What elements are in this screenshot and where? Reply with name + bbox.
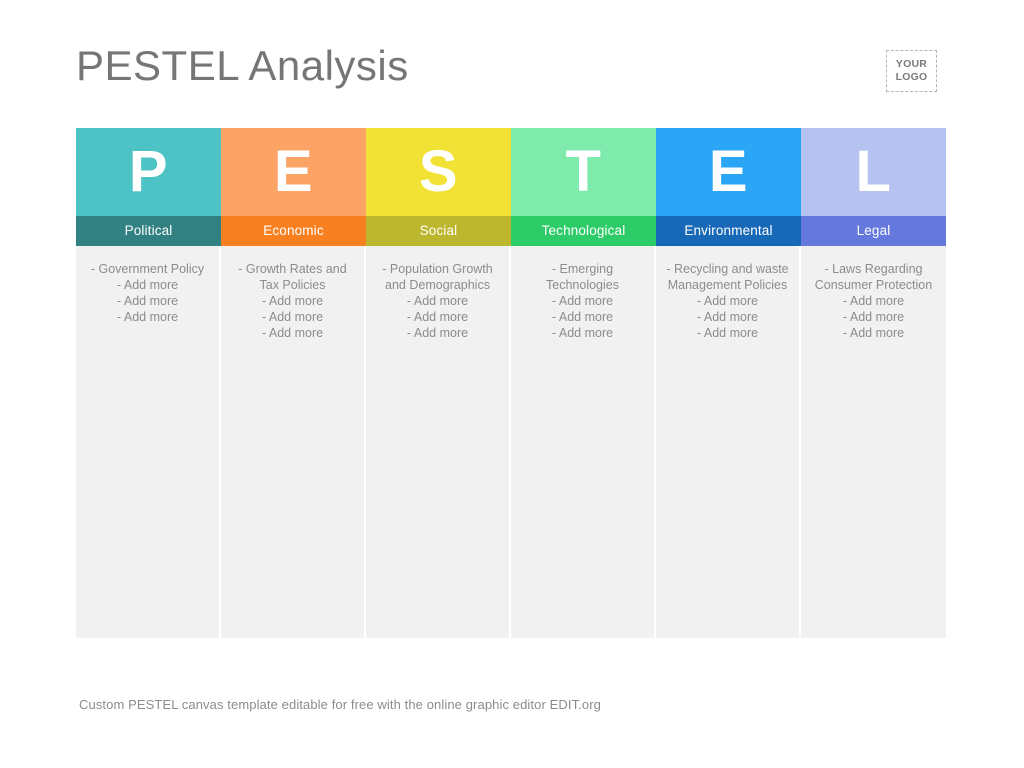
pestel-column-social: S Social - Population Growth and Demograph… [366,128,511,638]
category-label: Social [419,223,458,239]
logo-line-2: LOGO [895,71,928,83]
category-item[interactable]: - Recycling and waste Management Policie… [664,261,791,293]
category-label: Environmental [684,223,773,239]
category-item[interactable]: - Add more [519,309,646,325]
category-label: Technological [541,223,626,239]
category-label-band: Technological [511,216,656,246]
pestel-column-legal: L Legal - Laws Regarding Consumer Protecti… [801,128,946,638]
category-body[interactable]: - Growth Rates and Tax Policies - Add mor… [221,246,366,638]
letter-block: E [656,128,801,216]
category-label-band: Environmental [656,216,801,246]
category-item-list: - Population Growth and Demographics - Ad… [366,261,509,341]
pestel-column-political: P Political - Government Policy - Add more -… [76,128,221,638]
category-item[interactable]: - Government Policy [84,261,211,277]
letter-glyph: T [565,139,602,204]
page-title: PESTEL Analysis [76,42,409,89]
category-item-list: - Growth Rates and Tax Policies - Add mor… [221,261,364,341]
category-item[interactable]: - Add more [809,293,938,309]
letter-glyph: E [708,139,749,204]
category-item[interactable]: - Growth Rates and Tax Policies [229,261,356,293]
category-item[interactable]: - Add more [664,325,791,341]
category-item-list: - Recycling and waste Management Policie… [656,261,799,341]
category-label-band: Economic [221,216,366,246]
letter-block: P [76,128,221,216]
category-item-list: - Emerging Technologies - Add more - Add m… [511,261,654,341]
letter-glyph: E [273,139,314,204]
category-item[interactable]: - Add more [374,293,501,309]
category-item[interactable]: - Add more [809,309,938,325]
category-item[interactable]: - Population Growth and Demographics [374,261,501,293]
category-item[interactable]: - Add more [84,277,211,293]
category-item[interactable]: - Add more [809,325,938,341]
letter-block: L [801,128,946,216]
pestel-matrix: P Political - Government Policy - Add more -… [76,128,946,638]
category-body[interactable]: - Laws Regarding Consumer Protection - Ad… [801,246,946,638]
letter-glyph: P [128,139,169,204]
letter-glyph: L [855,139,892,204]
category-label: Economic [263,223,324,239]
category-body[interactable]: - Emerging Technologies - Add more - Add m… [511,246,656,638]
category-item[interactable]: - Add more [374,325,501,341]
category-item[interactable]: - Add more [519,325,646,341]
category-item[interactable]: - Add more [664,309,791,325]
logo-placeholder[interactable]: YOUR LOGO [886,50,937,92]
category-label: Legal [856,223,891,239]
category-item[interactable]: - Add more [374,309,501,325]
pestel-column-environmental: E Environmental - Recycling and waste Mana… [656,128,801,638]
category-label: Political [124,223,173,239]
category-item[interactable]: - Add more [84,309,211,325]
category-item-list: - Government Policy - Add more - Add more -… [76,261,219,325]
pestel-column-technological: T Technological - Emerging Technologies - A… [511,128,656,638]
letter-block: T [511,128,656,216]
category-item-list: - Laws Regarding Consumer Protection - Ad… [801,261,946,341]
category-item[interactable]: - Add more [229,309,356,325]
footer-note: Custom PESTEL canvas template editable f… [79,697,601,712]
pestel-column-economic: E Economic - Growth Rates and Tax Policies… [221,128,366,638]
category-body[interactable]: - Recycling and waste Management Policie… [656,246,801,638]
category-label-band: Legal [801,216,946,246]
category-label-band: Political [76,216,221,246]
category-item[interactable]: - Add more [84,293,211,309]
header: PESTEL Analysis YOUR LOGO [0,0,1024,128]
category-item[interactable]: - Add more [229,325,356,341]
category-label-band: Social [366,216,511,246]
category-item[interactable]: - Add more [519,293,646,309]
logo-line-1: YOUR [895,58,928,71]
letter-glyph: S [418,139,459,204]
category-item[interactable]: - Add more [664,293,791,309]
category-body[interactable]: - Population Growth and Demographics - Ad… [366,246,511,638]
category-item[interactable]: - Emerging Technologies [519,261,646,293]
category-item[interactable]: - Add more [229,293,356,309]
category-body[interactable]: - Government Policy - Add more - Add more -… [76,246,221,638]
letter-block: S [366,128,511,216]
letter-block: E [221,128,366,216]
category-item[interactable]: - Laws Regarding Consumer Protection [809,261,938,293]
